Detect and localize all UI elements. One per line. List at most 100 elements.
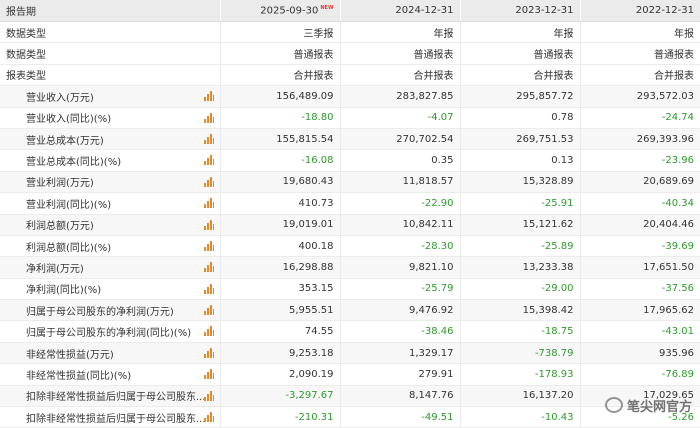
cell-value: -178.93 (459, 363, 580, 386)
header-label: 报告期 (0, 0, 220, 22)
cell-value: 年报 (579, 21, 700, 44)
row-label-cell: 利润总额(同比)(%) (0, 235, 220, 258)
cell-value: 5,955.51 (219, 299, 340, 322)
table-header-row: 报告期 2025-09-30 NEW 2024-12-31 2023-12-31 … (0, 0, 700, 22)
table-row: 非经常性损益(同比)(%) 2,090.19 279.91 -178.93 -76.89 (0, 363, 700, 386)
period-header[interactable]: 2024-12-31 (339, 0, 460, 22)
cell-value: 8,147.76 (339, 385, 460, 408)
cell-value: 合并报表 (459, 64, 580, 87)
table-row: 净利润(万元) 16,298.88 9,821.10 13,233.38 17,651.… (0, 256, 700, 279)
financial-table: 报告期 2025-09-30 NEW 2024-12-31 2023-12-31 … (0, 0, 700, 428)
bar-chart-icon[interactable] (203, 283, 214, 294)
bar-chart-icon[interactable] (203, 390, 214, 401)
bar-chart-icon[interactable] (203, 240, 214, 251)
cell-value: 合并报表 (339, 64, 460, 87)
table-row: 净利润(同比)(%) 353.15 -25.79 -29.00 -37.56 (0, 278, 700, 301)
row-label: 非经常性损益(同比)(%) (26, 370, 132, 382)
bar-chart-icon[interactable] (203, 155, 214, 166)
new-badge: NEW (320, 4, 334, 11)
bar-chart-icon[interactable] (203, 176, 214, 187)
row-label-cell: 利润总额(万元) (0, 214, 220, 236)
cell-value: 74.55 (219, 320, 340, 343)
cell-value: 三季报 (219, 21, 340, 44)
cell-value: 1,329.17 (339, 342, 460, 365)
cell-value: 269,751.53 (459, 128, 580, 151)
cell-value: -16.08 (219, 149, 340, 172)
cell-value: 16,298.88 (219, 256, 340, 279)
row-label-cell: 扣除非经常性损益后归属于母公司股东... (0, 406, 220, 428)
cell-value: 0.78 (459, 107, 580, 129)
bar-chart-icon[interactable] (203, 219, 214, 230)
row-label: 净利润(同比)(%) (26, 285, 102, 297)
bar-chart-icon[interactable] (203, 262, 214, 273)
cell-value: 15,398.42 (459, 299, 580, 322)
period-header[interactable]: 2022-12-31 (579, 0, 700, 22)
bar-chart-icon[interactable] (203, 198, 214, 209)
row-label-cell: 营业总成本(同比)(%) (0, 149, 220, 172)
period-header[interactable]: 2025-09-30 NEW (219, 0, 340, 22)
table-row: 扣除非经常性损益后归属于母公司股东... -3,297.67 8,147.76 16,… (0, 385, 700, 408)
row-label: 营业收入(同比)(%) (26, 114, 112, 126)
row-label: 营业收入(万元) (26, 92, 94, 104)
table-row: 扣除非经常性损益后归属于母公司股东... -210.31 -49.51 -10.43-… (0, 406, 700, 428)
cell-value: 15,121.62 (459, 214, 580, 236)
cell-value: 0.13 (459, 149, 580, 172)
cell-value: 17,651.50 (579, 256, 700, 279)
bar-chart-icon[interactable] (203, 347, 214, 358)
cell-value: 283,827.85 (339, 85, 460, 108)
row-label-cell: 营业收入(同比)(%) (0, 107, 220, 129)
cell-value: 269,393.96 (579, 128, 700, 151)
period-header[interactable]: 2023-12-31 (459, 0, 580, 22)
cell-value: 年报 (339, 21, 460, 44)
bar-chart-icon[interactable] (203, 133, 214, 144)
cell-value: 935.96 (579, 342, 700, 365)
cell-value: -40.34 (579, 192, 700, 215)
cell-value: -76.89 (579, 363, 700, 386)
cell-value: 19,680.43 (219, 171, 340, 194)
row-label-cell: 归属于母公司股东的净利润(万元) (0, 299, 220, 322)
cell-value: -25.89 (459, 235, 580, 258)
watermark: 笔尖网官方 (604, 395, 692, 415)
bar-chart-icon[interactable] (203, 112, 214, 123)
meta-row: 报表类型 合并报表 合并报表 合并报表 合并报表 (0, 64, 700, 87)
cell-value: -4.07 (339, 107, 460, 129)
table-row: 归属于母公司股东的净利润(万元) 5,955.51 9,476.92 15,398.4… (0, 299, 700, 322)
cell-value: -18.80 (219, 107, 340, 129)
cell-value: -29.00 (459, 278, 580, 301)
cell-value: 279.91 (339, 363, 460, 386)
cell-value: -49.51 (339, 406, 460, 428)
cell-value: 270,702.54 (339, 128, 460, 151)
table-row: 营业收入(同比)(%) -18.80 -4.07 0.78 -24.74 (0, 107, 700, 129)
bar-chart-icon[interactable] (203, 305, 214, 316)
row-label: 扣除非经常性损益后归属于母公司股东... (26, 392, 206, 404)
bar-chart-icon[interactable] (203, 369, 214, 380)
cell-value: 年报 (459, 21, 580, 44)
cell-value: 10,842.11 (339, 214, 460, 236)
row-label: 扣除非经常性损益后归属于母公司股东... (26, 413, 206, 425)
cell-value: 11,818.57 (339, 171, 460, 194)
row-label: 利润总额(同比)(%) (26, 242, 112, 254)
row-label-cell: 营业利润(同比)(%) (0, 192, 220, 215)
cell-value: 410.73 (219, 192, 340, 215)
row-label: 归属于母公司股东的净利润(同比)(%) (26, 328, 192, 340)
meta-row: 数据类型 普通报表 普通报表 普通报表 普通报表 (0, 42, 700, 65)
cell-value: 2,090.19 (219, 363, 340, 386)
cell-value: 9,476.92 (339, 299, 460, 322)
cell-value: 普通报表 (579, 42, 700, 65)
bar-chart-icon[interactable] (203, 91, 214, 102)
cell-value: -210.31 (219, 406, 340, 428)
bar-chart-icon[interactable] (203, 326, 214, 337)
bar-chart-icon[interactable] (203, 412, 214, 423)
cell-value: 400.18 (219, 235, 340, 258)
cell-value: -3,297.67 (219, 385, 340, 408)
cell-value: 155,815.54 (219, 128, 340, 151)
cell-value: 16,137.20 (459, 385, 580, 408)
cell-value: 0.35 (339, 149, 460, 172)
cell-value: -10.43 (459, 406, 580, 428)
cell-value: 普通报表 (219, 42, 340, 65)
row-label-cell: 净利润(同比)(%) (0, 278, 220, 301)
cell-value: -39.69 (579, 235, 700, 258)
cell-value: 20,404.46 (579, 214, 700, 236)
row-label-cell: 非经常性损益(万元) (0, 342, 220, 365)
cell-value: -24.74 (579, 107, 700, 129)
